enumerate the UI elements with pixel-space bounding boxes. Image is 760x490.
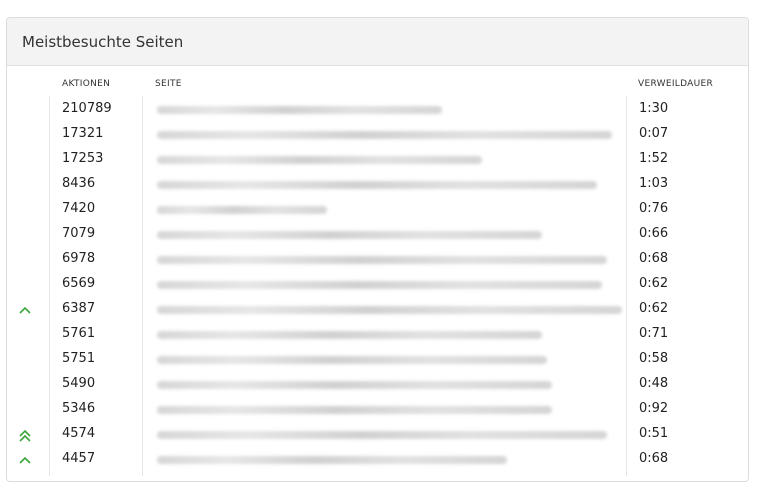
duration-value: 0:92 bbox=[639, 401, 669, 416]
page-url-redacted[interactable] bbox=[157, 131, 612, 139]
actions-value: 5490 bbox=[62, 376, 96, 391]
page-url-redacted[interactable] bbox=[157, 406, 552, 414]
table-row[interactable]: 6569 0:62 bbox=[7, 272, 748, 297]
header-duration[interactable]: VERWEILDAUER bbox=[638, 79, 713, 89]
page-url-redacted[interactable] bbox=[157, 356, 547, 364]
actions-value: 6569 bbox=[62, 276, 96, 291]
table-row[interactable]: 5751 0:58 bbox=[7, 347, 748, 372]
actions-value: 6978 bbox=[62, 251, 96, 266]
duration-value: 0:07 bbox=[639, 126, 669, 141]
table-row[interactable]: 210789 1:30 bbox=[7, 97, 748, 122]
page-url-redacted[interactable] bbox=[157, 206, 327, 214]
actions-value: 4457 bbox=[62, 451, 96, 466]
page-url-redacted[interactable] bbox=[157, 231, 542, 239]
table-row[interactable]: 17321 0:07 bbox=[7, 122, 748, 147]
duration-value: 0:68 bbox=[639, 451, 669, 466]
duration-value: 0:51 bbox=[639, 426, 669, 441]
table-row[interactable]: 6387 0:62 bbox=[7, 297, 748, 322]
actions-value: 5346 bbox=[62, 401, 96, 416]
panel-header: Meistbesuchte Seiten bbox=[7, 18, 748, 66]
header-page[interactable]: SEITE bbox=[155, 79, 182, 89]
chevron-up-icon bbox=[17, 452, 33, 466]
page-url-redacted[interactable] bbox=[157, 456, 507, 464]
table-row[interactable]: 7420 0:76 bbox=[7, 197, 748, 222]
actions-value: 7420 bbox=[62, 201, 96, 216]
table-row[interactable]: 4457 0:68 bbox=[7, 447, 748, 472]
duration-value: 0:62 bbox=[639, 301, 669, 316]
actions-value: 17253 bbox=[62, 151, 104, 166]
most-visited-pages-panel: Meistbesuchte Seiten AKTIONEN SEITE VERW… bbox=[6, 17, 749, 482]
table-row[interactable]: 4574 0:51 bbox=[7, 422, 748, 447]
actions-value: 17321 bbox=[62, 126, 104, 141]
table-row[interactable]: 5490 0:48 bbox=[7, 372, 748, 397]
duration-value: 0:76 bbox=[639, 201, 669, 216]
double-chevron-up-icon bbox=[17, 427, 33, 442]
duration-value: 0:48 bbox=[639, 376, 669, 391]
page-url-redacted[interactable] bbox=[157, 281, 602, 289]
duration-value: 0:66 bbox=[639, 226, 669, 241]
header-actions[interactable]: AKTIONEN bbox=[62, 79, 110, 89]
table-row[interactable]: 5761 0:71 bbox=[7, 322, 748, 347]
page-url-redacted[interactable] bbox=[157, 106, 442, 114]
duration-value: 0:58 bbox=[639, 351, 669, 366]
duration-value: 1:03 bbox=[639, 176, 669, 191]
duration-value: 1:52 bbox=[639, 151, 669, 166]
table-row[interactable]: 5346 0:92 bbox=[7, 397, 748, 422]
page-url-redacted[interactable] bbox=[157, 431, 607, 439]
duration-value: 0:68 bbox=[639, 251, 669, 266]
page-url-redacted[interactable] bbox=[157, 331, 542, 339]
actions-value: 5751 bbox=[62, 351, 96, 366]
page-url-redacted[interactable] bbox=[157, 181, 597, 189]
actions-value: 4574 bbox=[62, 426, 96, 441]
page-url-redacted[interactable] bbox=[157, 156, 482, 164]
duration-value: 0:62 bbox=[639, 276, 669, 291]
actions-value: 6387 bbox=[62, 301, 96, 316]
table-row[interactable]: 7079 0:66 bbox=[7, 222, 748, 247]
actions-value: 7079 bbox=[62, 226, 96, 241]
table-row[interactable]: 8436 1:03 bbox=[7, 172, 748, 197]
table-row[interactable]: 17253 1:52 bbox=[7, 147, 748, 172]
actions-value: 210789 bbox=[62, 101, 112, 116]
page-url-redacted[interactable] bbox=[157, 256, 607, 264]
duration-value: 1:30 bbox=[639, 101, 669, 116]
page-url-redacted[interactable] bbox=[157, 306, 622, 314]
page-url-redacted[interactable] bbox=[157, 381, 552, 389]
actions-value: 8436 bbox=[62, 176, 96, 191]
duration-value: 0:71 bbox=[639, 326, 669, 341]
panel-title: Meistbesuchte Seiten bbox=[22, 32, 184, 51]
table-row[interactable]: 6978 0:68 bbox=[7, 247, 748, 272]
chevron-up-icon bbox=[17, 302, 33, 316]
actions-value: 5761 bbox=[62, 326, 96, 341]
